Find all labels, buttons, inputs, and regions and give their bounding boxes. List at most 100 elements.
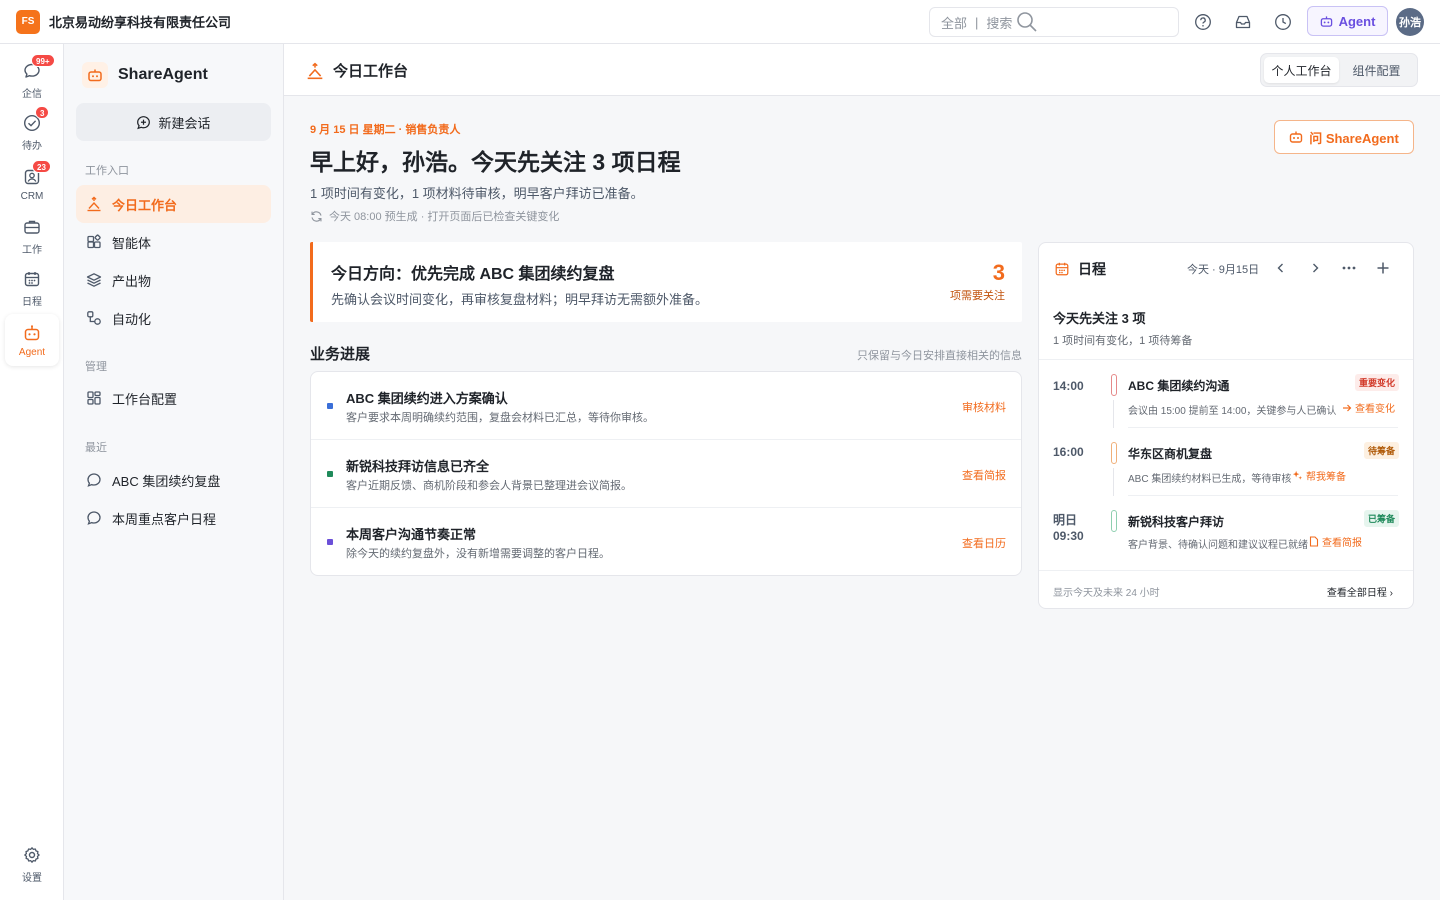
view-all-schedule-link[interactable]: 查看全部日程 › xyxy=(1327,584,1393,599)
workbench-icon xyxy=(86,196,102,212)
progress-item-title: 新锐科技拜访信息已齐全 xyxy=(346,459,490,474)
progress-item-title: 本周客户沟通节奏正常 xyxy=(346,527,477,542)
sidebar-item-artifacts[interactable]: 产出物 xyxy=(76,261,271,299)
workbench-switch: 个人工作台 组件配置 xyxy=(1260,53,1418,87)
progress-item: 本周客户沟通节奏正常 除今天的续约复盘外，没有新增需要调整的客户日程。 查看日历 xyxy=(311,508,1021,576)
greeting-summary: 1 项时间有变化，1 项材料待审核，明早客户拜访已准备。 xyxy=(310,186,644,201)
schedule-event[interactable]: 16:00 华东区商机复盘 待筹备 ABC 集团续约材料已生成，等待审核 帮我筹… xyxy=(1039,428,1413,496)
document-icon xyxy=(1309,536,1319,547)
tab-personal[interactable]: 个人工作台 xyxy=(1264,57,1339,83)
rail-item-messages[interactable]: 99+ 企信 xyxy=(5,53,59,106)
event-link[interactable]: 帮我筹备 xyxy=(1292,468,1346,483)
event-time: 明日 09:30 xyxy=(1053,513,1084,543)
search-scope[interactable]: 全部 xyxy=(941,13,967,32)
schedule-date[interactable]: 今天 · 9月15日 xyxy=(1187,261,1259,277)
progress-item-action[interactable]: 查看简报 xyxy=(962,467,1006,483)
status-badge: 重要变化 xyxy=(1354,374,1399,391)
grid-icon xyxy=(86,390,102,406)
robot-icon xyxy=(1320,15,1332,27)
schedule-footer: 显示今天及未来 24 小时 xyxy=(1053,588,1160,599)
section-label-entry: 工作入口 xyxy=(85,165,129,177)
chevron-right-icon[interactable] xyxy=(1305,258,1325,278)
progress-item-action[interactable]: 查看日历 xyxy=(962,535,1006,551)
event-link[interactable]: 查看变化 xyxy=(1342,400,1395,415)
page-title-text: 今日工作台 xyxy=(333,63,409,80)
progress-item-desc: 客户近期反馈、商机阶段和参会人背景已整理进会议简报。 xyxy=(346,480,632,492)
rail-item-label: 设置 xyxy=(22,872,42,884)
ask-shareagent-button[interactable]: 问 ShareAgent xyxy=(1274,120,1414,154)
check-icon: 3 xyxy=(22,105,50,133)
gear-icon xyxy=(22,845,42,865)
search-icon[interactable] xyxy=(1016,11,1038,33)
add-icon[interactable] xyxy=(1373,258,1393,278)
event-title: ABC 集团续约沟通 xyxy=(1128,379,1230,393)
status-dot xyxy=(327,471,333,477)
timeline-line xyxy=(1113,468,1114,496)
recent-item[interactable]: 本周重点客户日程 xyxy=(76,499,271,537)
help-icon[interactable] xyxy=(1192,11,1214,33)
event-link-label: 帮我筹备 xyxy=(1306,472,1346,483)
rail-item-label: Agent xyxy=(18,346,46,358)
app-logo: FS xyxy=(16,9,40,34)
rail-item-agent[interactable]: Agent xyxy=(5,314,59,366)
status-badge: 已筹备 xyxy=(1363,510,1399,527)
schedule-event[interactable]: 明日 09:30 新锐科技客户拜访 已筹备 客户背景、待确认问题和建议议程已就绪… xyxy=(1039,496,1413,564)
calendar-icon xyxy=(22,269,42,289)
robot-icon xyxy=(22,323,42,343)
rail-item-calendar[interactable]: 日程 xyxy=(5,262,59,314)
recent-item[interactable]: ABC 集团续约复盘 xyxy=(76,461,271,499)
status-badge: 待筹备 xyxy=(1363,442,1399,459)
tab-widgets[interactable]: 组件配置 xyxy=(1339,57,1414,83)
search-box[interactable]: 全部 | 搜索 xyxy=(929,7,1179,37)
event-link-label: 查看变化 xyxy=(1355,404,1395,415)
timeline-line xyxy=(1113,400,1114,428)
chevron-left-icon[interactable] xyxy=(1271,258,1291,278)
rail-item-todo[interactable]: 3 待办 xyxy=(5,105,59,158)
app-rail: 99+ 企信 3 待办 23 CRM 工作 日程 Agent 设置 xyxy=(0,44,64,900)
new-chat-button[interactable]: 新建会话 xyxy=(76,103,271,141)
schedule-title: 日程 xyxy=(1054,259,1106,279)
event-marker xyxy=(1111,374,1117,396)
page-title: 今日工作台 xyxy=(306,60,408,81)
event-link[interactable]: 查看简报 xyxy=(1309,534,1362,549)
generated-note: 今天 08:00 预生成 · 打开页面后已检查关键变化 xyxy=(310,208,559,224)
status-dot xyxy=(327,403,333,409)
sidebar-item-config[interactable]: 工作台配置 xyxy=(76,379,271,417)
top-bar: FS 北京易动纷享科技有限责任公司 全部 | 搜索 Agent 孙浩 xyxy=(0,0,1440,44)
agent-button[interactable]: Agent xyxy=(1307,6,1388,36)
schedule-event[interactable]: 14:00 ABC 集团续约沟通 重要变化 会议由 15:00 提前至 14:0… xyxy=(1039,360,1413,428)
briefcase-icon xyxy=(22,217,42,237)
avatar[interactable]: 孙浩 xyxy=(1396,8,1424,36)
generated-text: 今天 08:00 预生成 · 打开页面后已检查关键变化 xyxy=(329,211,560,223)
history-icon[interactable] xyxy=(1272,11,1294,33)
sidebar-item-automation[interactable]: 自动化 xyxy=(76,299,271,337)
sidebar-item-label: 今日工作台 xyxy=(112,197,178,213)
sidebar-item-agents[interactable]: 智能体 xyxy=(76,223,271,261)
more-icon[interactable] xyxy=(1339,258,1359,278)
event-marker xyxy=(1111,442,1117,464)
messages-badge: 99+ xyxy=(31,53,55,67)
rail-item-label: 企信 xyxy=(22,88,42,100)
schedule-summary-title: 今天先关注 3 项 xyxy=(1053,311,1146,326)
robot-icon xyxy=(82,62,108,88)
progress-item-action[interactable]: 审核材料 xyxy=(962,399,1006,415)
rail-item-settings[interactable]: 设置 xyxy=(5,838,59,890)
search-input[interactable]: 搜索 xyxy=(986,13,1012,32)
greeting-headline: 早上好，孙浩。今天先关注 3 项日程 xyxy=(310,149,681,175)
progress-title: 业务进展 xyxy=(310,346,371,363)
sidebar-item-label: 智能体 xyxy=(112,235,152,251)
rail-item-work[interactable]: 工作 xyxy=(5,210,59,262)
sidebar-item-today[interactable]: 今日工作台 xyxy=(76,185,271,223)
focus-desc: 先确认会议时间变化，再审核复盘材料；明早拜访无需额外准备。 xyxy=(331,292,709,307)
event-time: 14:00 xyxy=(1053,379,1084,393)
inbox-icon[interactable] xyxy=(1232,11,1254,33)
rail-item-crm[interactable]: 23 CRM xyxy=(5,158,59,210)
status-dot xyxy=(327,539,333,545)
focus-card: 今日方向：优先完成 ABC 集团续约复盘 先确认会议时间变化，再审核复盘材料；明… xyxy=(310,242,1022,322)
date-line: 9 月 15 日 星期二 · 销售负责人 xyxy=(310,124,461,136)
schedule-summary-desc: 1 项时间有变化，1 项待筹备 xyxy=(1053,335,1193,347)
focus-count: 3 xyxy=(992,260,1005,285)
sidebar: ShareAgent 新建会话 工作入口 今日工作台 智能体 产出物 自动化 管… xyxy=(64,44,284,900)
layers-icon xyxy=(86,272,102,288)
refresh-icon xyxy=(311,210,322,222)
